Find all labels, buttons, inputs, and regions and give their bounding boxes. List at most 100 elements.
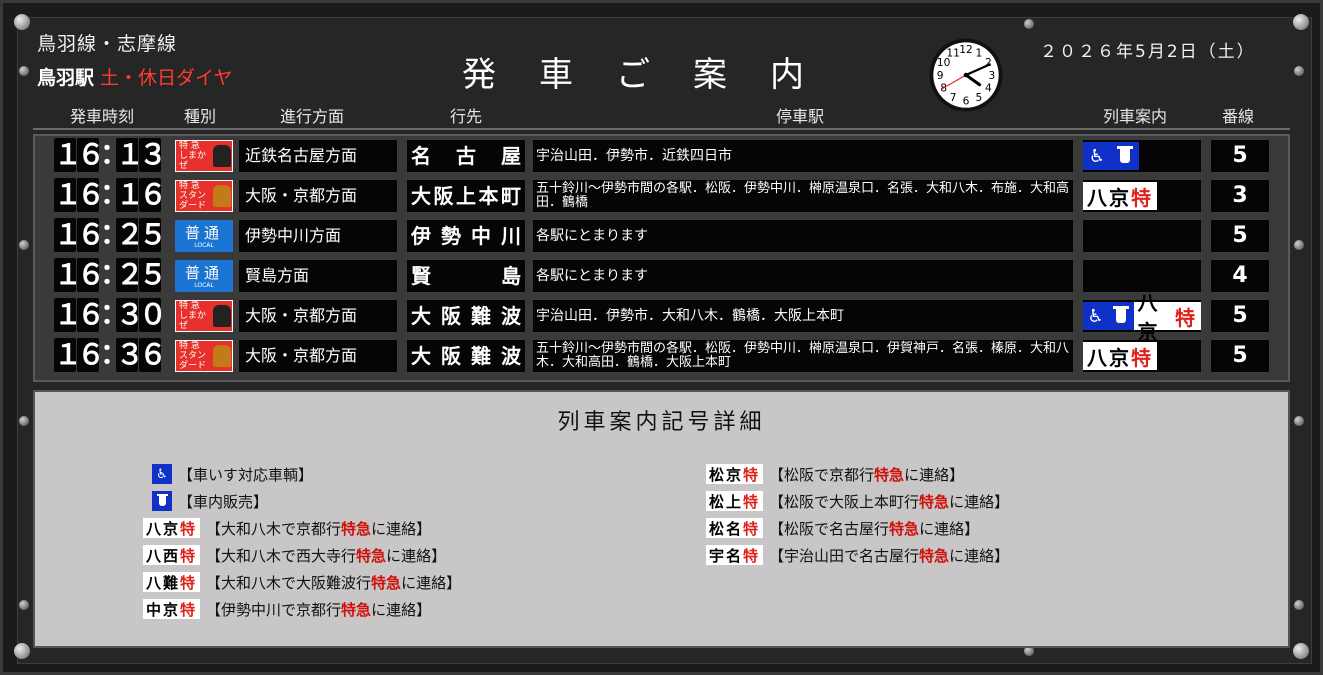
- departure-row[interactable]: １ ６： ３ ６ 特 急 スタンダード 大阪・京都方面 大阪難波 五十鈴川〜伊勢市間の各駅．松…: [35, 336, 1288, 374]
- legend-text: に連絡】: [401, 573, 462, 592]
- destination: 伊勢中川: [407, 220, 525, 252]
- destination: 大阪難波: [407, 340, 525, 372]
- connection-code: 八京: [146, 519, 181, 538]
- clock-number: 12: [959, 43, 973, 56]
- time-digit: ３: [116, 338, 145, 372]
- legend-item: 松上特【松阪で大阪上本町行特急に連絡】: [706, 490, 1009, 512]
- train-car-icon: [213, 305, 231, 327]
- train-type-badge: 特 急 スタンダード: [175, 180, 233, 212]
- clock-number: 1: [976, 46, 983, 59]
- legend-text: 【松阪で大阪上本町行: [769, 492, 920, 511]
- track-number: 5: [1211, 340, 1269, 372]
- departure-time: １ ６： ３ ６: [54, 338, 167, 372]
- legend-text: に連絡】: [949, 546, 1010, 565]
- tokkyu-mark: 特: [180, 573, 198, 592]
- legend-item: 八京特【大和八木で京都行特急に連絡】: [143, 517, 431, 539]
- wheelchair-icon: ♿: [1083, 142, 1111, 170]
- legend-text: 【車内販売】: [178, 492, 269, 511]
- legend-description: 【松阪で名古屋行特急に連絡】: [769, 518, 979, 539]
- connection-code: 八京: [1087, 345, 1131, 370]
- legend-text: に連絡】: [371, 519, 432, 538]
- clock-number: 11: [946, 46, 960, 59]
- connection-code: 八難: [146, 573, 181, 592]
- legend-panel: 列車案内記号詳細 ♿ 【車いす対応車輌】 【車内販売】 八京特【大和八木で京都行特急に…: [33, 390, 1290, 648]
- tokkyu-mark: 特: [1175, 305, 1198, 330]
- connection-badge: 八京特: [1083, 182, 1157, 210]
- legend-item: 中京特【伊勢中川で京都行特急に連絡】: [143, 598, 431, 620]
- departure-time: １ ６： ２ ５: [54, 258, 167, 292]
- train-guide: ♿: [1083, 140, 1201, 172]
- time-colon: ：: [100, 217, 129, 250]
- time-digit: １: [54, 138, 83, 172]
- departure-row[interactable]: １ ６： ２ ５ 普通 LOCAL 賢島方面 賢島 各駅にとまります 4: [35, 256, 1288, 294]
- legend-text: 【松阪で京都行: [769, 465, 875, 484]
- train-type-sub: LOCAL: [194, 241, 214, 249]
- departure-row[interactable]: １ ６： ２ ５ 普通 LOCAL 伊勢中川方面 伊勢中川 各駅にとまります 5: [35, 216, 1288, 254]
- direction: 近鉄名古屋方面: [239, 140, 397, 172]
- date-display: ２０２６年5月2日（土）: [1040, 42, 1256, 62]
- legend-description: 【大和八木で大阪難波行特急に連絡】: [206, 572, 461, 593]
- corner-bolt-icon: [14, 643, 30, 659]
- cup-shape: [1117, 146, 1133, 163]
- legend-title: 列車案内記号詳細: [557, 410, 766, 435]
- departure-row[interactable]: １ ６： １ ６ 特 急 スタンダード 大阪・京都方面 大阪上本町 五十鈴川〜伊勢市間の各駅．…: [35, 176, 1288, 214]
- connection-badge: 八京特: [1083, 342, 1157, 370]
- departure-list: １ ６： １ ３ 特 急 しまかぜ 近鉄名古屋方面 名古屋 宇治山田．伊勢市．近鉄四日市 ♿ 5 １…: [33, 134, 1290, 382]
- analog-clock: 123456789101112: [929, 38, 1003, 112]
- col-header-direction: 進行方面: [280, 107, 345, 126]
- col-header-type: 種別: [184, 107, 217, 126]
- tokkyu-mark: 特: [180, 546, 198, 565]
- legend-item: 松名特【松阪で名古屋行特急に連絡】: [706, 517, 979, 539]
- track-number: 3: [1211, 180, 1269, 212]
- bolt-icon: [19, 600, 29, 610]
- time-digit: ３: [116, 298, 145, 332]
- wheelchair-icon: ♿: [1083, 302, 1109, 330]
- legend-item: 宇名特【宇治山田で名古屋行特急に連絡】: [706, 544, 1009, 566]
- bolt-icon: [19, 240, 29, 250]
- train-type-label: 特 急 しまかぜ: [179, 301, 207, 331]
- train-guide: 八京特: [1083, 180, 1201, 212]
- train-type-label: 特 急 しまかぜ: [179, 141, 207, 171]
- time-digit: ３: [139, 138, 168, 172]
- legend-emphasis: 特急: [341, 600, 372, 619]
- legend-text: に連絡】: [949, 492, 1010, 511]
- departure-row[interactable]: １ ６： ３ ０ 特 急 しまかぜ 大阪・京都方面 大阪難波 宇治山田．伊勢市．大和八木．鶴橋…: [35, 291, 1288, 344]
- departure-time: １ ６： １ ６: [54, 178, 168, 212]
- onboard-sales-icon: [1111, 142, 1139, 170]
- tokkyu-mark: 特: [743, 492, 761, 511]
- connection-code: 松上: [709, 492, 744, 511]
- departure-row[interactable]: １ ６： １ ３ 特 急 しまかぜ 近鉄名古屋方面 名古屋 宇治山田．伊勢市．近鉄四日市 ♿ 5: [35, 136, 1288, 174]
- connection-badge: 中京特: [143, 599, 201, 619]
- line-name: 鳥羽線・志摩線: [37, 33, 178, 55]
- train-type-badge: 普通 LOCAL: [175, 260, 233, 292]
- onboard-sales-icon: [152, 491, 172, 511]
- track-number: 4: [1211, 260, 1269, 292]
- legend-description: 【伊勢中川で京都行特急に連絡】: [206, 599, 431, 620]
- header-divider: [33, 128, 1290, 130]
- time-colon: ：: [100, 137, 129, 170]
- legend-item: 八難特【大和八木で大阪難波行特急に連絡】: [143, 571, 461, 593]
- clock-center: [963, 72, 969, 78]
- connection-badge: 八京特: [143, 518, 201, 538]
- time-digit: ２: [116, 258, 145, 292]
- connection-badge: 八難特: [143, 572, 201, 592]
- connection-badge: 宇名特: [706, 545, 764, 565]
- stopping-stations: 各駅にとまります: [533, 220, 1073, 252]
- time-colon: ：: [100, 297, 129, 330]
- stopping-stations: 五十鈴川〜伊勢市間の各駅．松阪．伊勢中川．榊原温泉口．伊賀神戸．名張．榛原．大和…: [533, 340, 1073, 372]
- destination: 大阪上本町: [407, 180, 525, 212]
- connection-code: 八京: [1087, 185, 1131, 210]
- time-digit: １: [54, 298, 83, 332]
- train-car-icon: [213, 345, 231, 367]
- time-digit: １: [54, 178, 83, 212]
- stopping-stations: 各駅にとまります: [533, 260, 1073, 292]
- cup-shape: [156, 494, 168, 506]
- station-name: 鳥羽駅: [37, 67, 95, 89]
- col-header-track: 番線: [1222, 107, 1255, 126]
- time-digit: ６: [139, 178, 168, 212]
- time-digit: １: [116, 178, 145, 212]
- connection-code: 松京: [709, 465, 744, 484]
- train-car-icon: [213, 145, 231, 167]
- train-type-badge: 特 急 しまかぜ: [175, 140, 233, 172]
- tokkyu-mark: 特: [743, 546, 761, 565]
